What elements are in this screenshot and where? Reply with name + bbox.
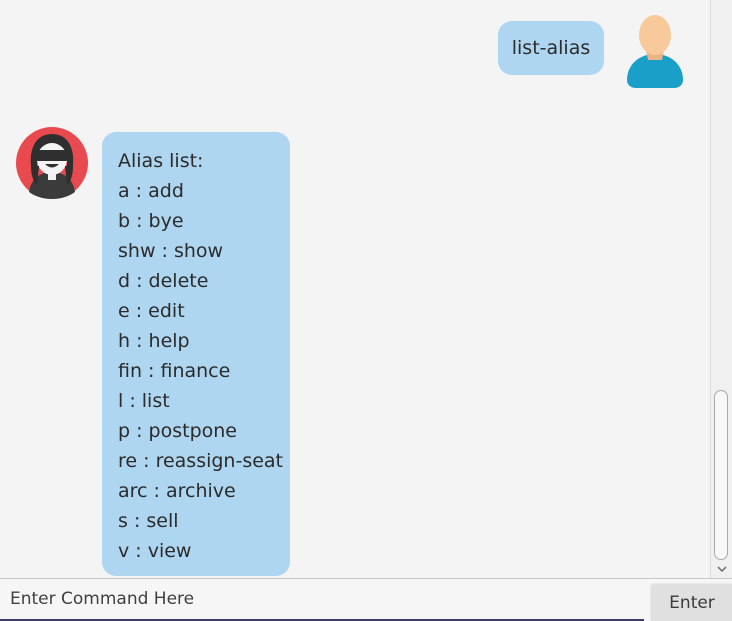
- bot-line-alias: shw : show: [118, 240, 224, 262]
- user-message-text: list-alias: [511, 37, 591, 59]
- bot-line-alias: b : bye: [118, 210, 184, 232]
- command-input[interactable]: [0, 579, 644, 621]
- bot-line-alias: l : list: [118, 390, 170, 412]
- chat-app: list-alias Alias list: a : add b : bye s…: [0, 0, 732, 621]
- bot-avatar-icon: [16, 127, 88, 199]
- chat-panel: list-alias Alias list: a : add b : bye s…: [0, 0, 710, 578]
- bot-line-alias: e : edit: [118, 300, 185, 322]
- bot-line-alias: h : help: [118, 330, 190, 352]
- bot-line-alias: re : reassign-seat: [118, 450, 284, 472]
- command-bar: Enter: [0, 578, 732, 621]
- bot-line-alias: fin : finance: [118, 360, 231, 382]
- user-avatar-icon: [627, 15, 683, 88]
- bot-line-alias: d : delete: [118, 270, 209, 292]
- bot-line-heading: Alias list:: [118, 150, 204, 172]
- bot-line-alias: p : postpone: [118, 420, 237, 442]
- scrollbar-thumb[interactable]: [714, 390, 728, 560]
- bot-line-alias: s : sell: [118, 510, 179, 532]
- bot-line-alias: a : add: [118, 180, 184, 202]
- bot-line-alias: v : view: [118, 540, 192, 562]
- user-message-bubble: list-alias: [498, 21, 604, 75]
- bot-message-bubble: Alias list: a : add b : bye shw : show d…: [102, 132, 290, 576]
- bot-line-alias: arc : archive: [118, 480, 236, 502]
- chat-scrollbar[interactable]: [710, 0, 732, 578]
- chevron-down-icon[interactable]: [716, 563, 728, 575]
- enter-button[interactable]: Enter: [652, 584, 732, 621]
